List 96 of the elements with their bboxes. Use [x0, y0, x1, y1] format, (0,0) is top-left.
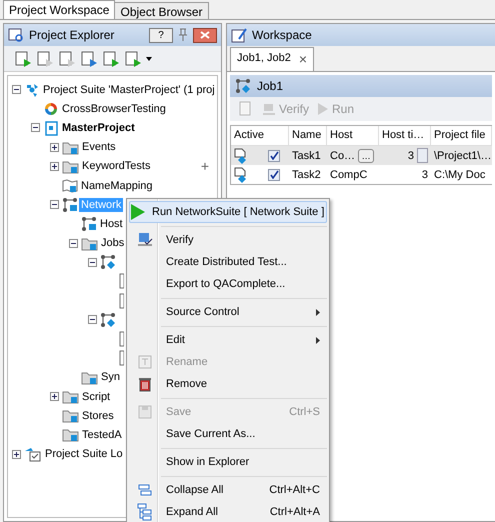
computer-icon — [137, 232, 153, 248]
search-icon — [8, 28, 25, 42]
menu-item[interactable]: Source Control — [129, 301, 327, 323]
menu-item[interactable]: Expand All Ctrl+Alt+A — [129, 501, 327, 522]
menu-item[interactable]: Show in Explorer — [129, 451, 327, 473]
tree-item[interactable]: TestedA — [80, 428, 124, 442]
suite-icon — [24, 82, 40, 98]
folder-icon — [62, 427, 79, 442]
collapse-icon[interactable] — [88, 315, 97, 324]
tree-item[interactable]: Jobs — [99, 236, 126, 250]
table-cell: 3 — [422, 168, 428, 180]
network-icon — [62, 196, 78, 213]
map-icon — [62, 178, 78, 194]
menu-item[interactable]: Remove — [129, 373, 327, 395]
collapse-icon — [138, 484, 152, 496]
menu-item[interactable]: Verify — [129, 229, 327, 251]
folder-icon — [62, 158, 79, 174]
job-icon — [100, 254, 116, 270]
browse-button[interactable]: … — [358, 148, 374, 162]
menu-item[interactable]: Collapse All Ctrl+Alt+C — [129, 479, 327, 501]
run-project-icon[interactable] — [102, 50, 120, 68]
collapse-icon[interactable] — [69, 238, 78, 248]
job-icon — [235, 78, 251, 94]
tree-item[interactable]: MasterProject — [60, 120, 137, 135]
checkbox[interactable] — [268, 150, 280, 162]
help-button[interactable]: ? — [149, 28, 173, 42]
folder-icon — [81, 236, 98, 251]
folder-icon — [81, 370, 98, 385]
expand-icon[interactable] — [50, 392, 59, 402]
job-icon — [100, 312, 116, 328]
add-item-icon[interactable] — [14, 50, 32, 68]
table-cell: C:\My Doc — [434, 168, 486, 180]
table-cell: 3 — [408, 150, 414, 162]
expand-icon — [137, 503, 153, 521]
tree-item[interactable]: Stores — [80, 408, 116, 423]
table-cell: Task1 — [292, 150, 321, 162]
edit-icon — [231, 28, 248, 42]
computer-icon — [262, 102, 276, 116]
tree-item[interactable]: Project Suite Lo — [43, 447, 125, 462]
project-icon — [43, 120, 59, 136]
task-icon — [119, 273, 124, 290]
tree-item[interactable]: Events — [80, 140, 118, 154]
menu-item[interactable]: Create Distributed Test... — [129, 251, 327, 273]
menu-item[interactable]: Save Current As... — [129, 423, 327, 445]
job-title: Job1 — [257, 79, 284, 93]
trash-icon — [138, 376, 152, 392]
close-button[interactable] — [193, 28, 217, 42]
collapse-icon[interactable] — [12, 85, 21, 94]
close-button[interactable]: × — [298, 52, 308, 67]
close-icon — [200, 31, 210, 39]
expand-icon[interactable] — [50, 142, 59, 152]
menu-item[interactable]: Run NetworkSuite [ Network Suite ] — [129, 201, 327, 223]
document-tab[interactable]: Job1, Job2 × — [230, 47, 314, 71]
folder-icon — [62, 140, 79, 155]
table-cell: Co… — [330, 150, 356, 162]
menu-item[interactable]: Export to QAComplete... — [129, 273, 327, 295]
table-cell: Task2 — [292, 168, 321, 180]
tree-item[interactable]: Script — [80, 390, 112, 404]
submenu-arrow-icon — [316, 308, 320, 316]
network-icon — [81, 216, 97, 232]
log-icon — [24, 446, 42, 462]
folder-icon — [62, 389, 79, 404]
expand-icon[interactable] — [12, 450, 21, 459]
tree-item[interactable]: CrossBrowserTesting — [60, 102, 168, 116]
panel-title: Workspace — [252, 28, 313, 42]
collapse-icon[interactable] — [50, 200, 59, 210]
menu-item[interactable]: Edit — [129, 329, 327, 351]
dropdown-caret-icon[interactable] — [146, 56, 152, 60]
folder-icon — [62, 408, 79, 424]
save-icon — [138, 405, 152, 419]
task-icon — [119, 292, 124, 309]
tab-label[interactable]: Job1, Job2 — [237, 52, 291, 67]
tree-item[interactable]: KeywordTests — [80, 159, 152, 174]
add-icon[interactable]: + — [200, 158, 209, 174]
checkbox[interactable] — [268, 168, 280, 180]
table-cell: CompC — [330, 168, 368, 180]
submenu-arrow-icon — [316, 336, 320, 344]
table-cell: \Project1\… — [434, 150, 492, 162]
ring-icon — [43, 100, 59, 117]
workspace-tab[interactable]: Project Workspace — [3, 0, 116, 19]
expand-icon[interactable] — [50, 162, 59, 171]
play-icon — [130, 203, 146, 221]
pin-icon[interactable] — [177, 28, 189, 42]
task-icon — [119, 331, 124, 348]
tree-item[interactable]: Project Suite 'MasterProject' (1 proj — [41, 82, 217, 97]
rename-icon — [138, 355, 152, 369]
tree-item[interactable]: Syn — [99, 370, 122, 384]
task-icon — [119, 350, 124, 366]
tree-item[interactable]: NameMapping — [79, 178, 155, 193]
workspace-tab[interactable]: Object Browser — [114, 2, 209, 19]
collapse-icon[interactable] — [88, 258, 97, 267]
play-icon — [317, 102, 330, 116]
run-suite-icon[interactable] — [124, 50, 142, 68]
tree-item[interactable]: Host — [98, 216, 125, 231]
collapse-icon[interactable] — [31, 123, 40, 132]
panel-title: Project Explorer — [29, 28, 116, 42]
